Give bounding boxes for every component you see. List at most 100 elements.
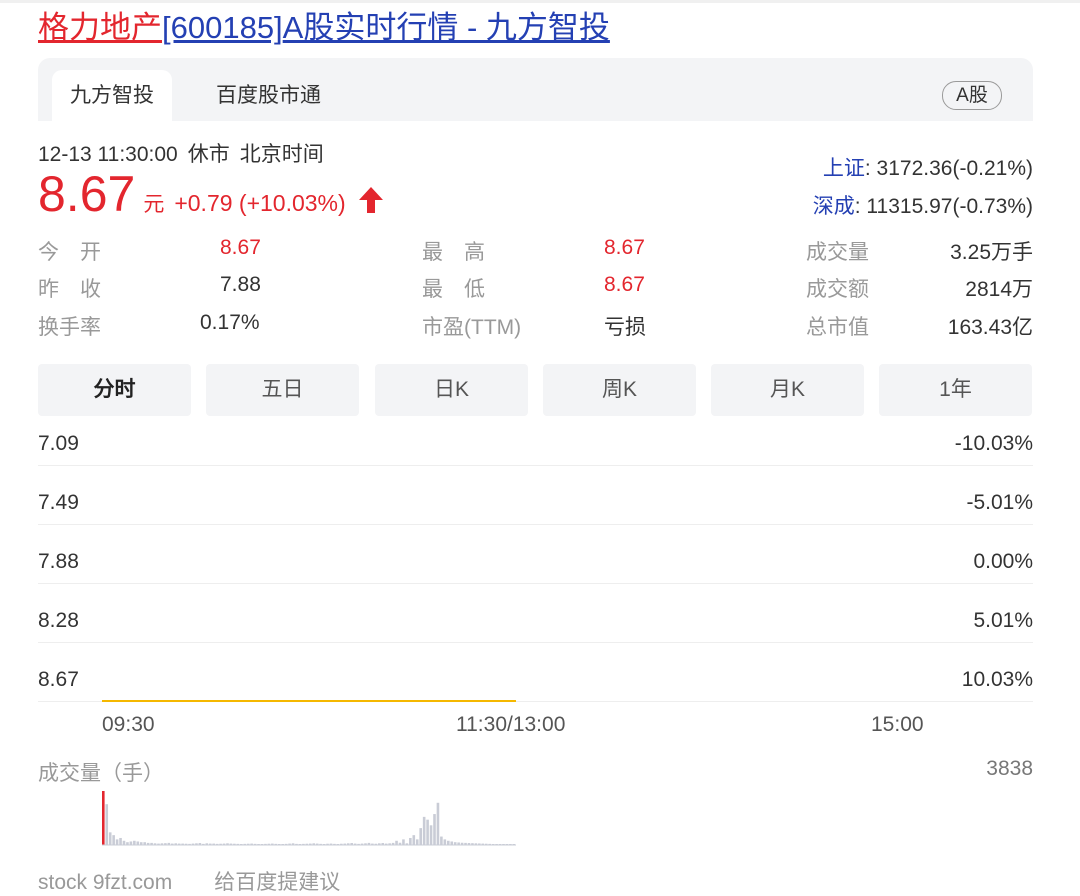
index-shenzhen[interactable]: 深成: 11315.97(-0.73%) xyxy=(813,190,1033,220)
volume-bar xyxy=(467,843,471,845)
index-shanghai[interactable]: 上证: 3172.36(-0.21%) xyxy=(823,152,1033,182)
pct-axis-label: -5.01% xyxy=(966,491,1033,514)
grid-line xyxy=(38,465,1033,466)
volume-bar xyxy=(108,832,112,845)
volume-bar xyxy=(381,843,385,845)
volume-bar xyxy=(405,843,409,845)
volume-bar xyxy=(143,842,146,845)
volume-bar xyxy=(367,842,371,845)
volume-bar xyxy=(457,842,460,845)
volume-bar xyxy=(122,840,126,845)
volume-bar xyxy=(274,843,278,845)
market-badge: A股 xyxy=(942,81,1002,110)
volume-bar xyxy=(478,843,481,845)
volume-bar xyxy=(233,843,236,845)
market-state: 休市 xyxy=(187,143,230,166)
volume-bar xyxy=(202,843,205,845)
volume-bars-layer xyxy=(102,791,516,846)
volume-bar xyxy=(491,844,495,845)
volume-bar xyxy=(188,843,191,845)
volume-bar xyxy=(495,844,498,845)
volume-bar xyxy=(460,842,464,845)
volume-bar xyxy=(284,843,288,845)
stock-name-link[interactable]: 格力地产 xyxy=(38,10,162,45)
volume-bar xyxy=(302,843,305,845)
stat-pe-value: 亏损 xyxy=(604,316,646,339)
volume-axis-label: 成交量（手） xyxy=(38,762,164,785)
volume-bar xyxy=(502,844,505,845)
volume-bar xyxy=(498,844,502,845)
stat-market-cap-label: 总市值 xyxy=(806,316,869,339)
volume-bar xyxy=(195,843,198,845)
volume-bar xyxy=(226,843,229,845)
volume-bar xyxy=(429,825,433,845)
top-divider xyxy=(0,0,1080,3)
volume-bar xyxy=(340,843,343,845)
volume-bar xyxy=(291,843,295,845)
stat-prev-close-value: 7.88 xyxy=(220,273,261,296)
price-axis-label: 8.28 xyxy=(38,609,79,632)
period-tab-1year[interactable]: 1年 xyxy=(879,364,1032,416)
volume-bar xyxy=(260,844,264,845)
volume-bar xyxy=(160,843,164,845)
period-tab-intraday[interactable]: 分时 xyxy=(38,364,191,416)
volume-bar xyxy=(309,843,312,845)
volume-bar xyxy=(353,843,357,845)
volume-bar xyxy=(174,843,178,845)
period-tab-weekly-k[interactable]: 周K xyxy=(543,364,696,416)
volume-bar xyxy=(271,843,274,845)
period-tab-monthly-k[interactable]: 月K xyxy=(711,364,864,416)
volume-bar xyxy=(298,844,302,845)
stat-volume-value: 3.25万手 xyxy=(950,241,1033,264)
volume-bar xyxy=(136,841,140,845)
tab-baidu-stock[interactable]: 百度股市通 xyxy=(216,70,321,121)
footer-text: stock 9fzt.com 给百度提建议 xyxy=(38,871,341,894)
source-tabs: 九方智投 百度股市通 A股 xyxy=(38,58,1033,121)
quote-time: 12-13 11:30:00 休市 北京时间 xyxy=(38,138,334,168)
volume-bar xyxy=(350,843,353,845)
index-value: : 3172.36(-0.21%) xyxy=(864,157,1033,180)
volume-bar xyxy=(512,844,516,845)
stat-high-value: 8.67 xyxy=(604,236,645,259)
page-title: 格力地产[600185]A股实时行情 - 九方智投 xyxy=(38,8,610,48)
tab-jiufang[interactable]: 九方智投 xyxy=(52,70,172,121)
price-axis-label: 8.67 xyxy=(38,668,79,691)
volume-bar xyxy=(164,843,167,845)
volume-bar xyxy=(215,843,219,845)
volume-bar xyxy=(181,843,184,845)
volume-bar xyxy=(357,843,360,845)
volume-bar xyxy=(102,791,105,845)
volume-bar xyxy=(443,839,447,845)
volume-bar xyxy=(426,819,429,845)
volume-bar xyxy=(409,837,412,845)
time-axis-label: 09:30 xyxy=(102,713,155,736)
volume-bar xyxy=(453,842,457,845)
volume-bar xyxy=(150,842,153,845)
volume-bar xyxy=(395,840,398,845)
stock-code-link[interactable]: [600185]A股实时行情 - 九方智投 xyxy=(162,10,610,45)
volume-bar xyxy=(212,843,215,845)
volume-bar xyxy=(119,837,122,845)
pct-axis-label: 5.01% xyxy=(973,609,1033,632)
volume-bar xyxy=(488,843,491,845)
grid-line xyxy=(38,701,1033,702)
volume-bar xyxy=(253,843,257,845)
period-tab-daily-k[interactable]: 日K xyxy=(375,364,528,416)
grid-line xyxy=(38,524,1033,525)
volume-bar xyxy=(402,839,405,845)
volume-bar xyxy=(295,843,298,845)
grid-line xyxy=(38,583,1033,584)
volume-bar xyxy=(450,841,454,845)
price-change: +0.79 (+10.03%) xyxy=(174,190,346,216)
index-name: 上证 xyxy=(822,157,865,180)
volume-bar xyxy=(208,843,212,845)
period-tab-5day[interactable]: 五日 xyxy=(206,364,359,416)
volume-bar xyxy=(139,842,143,845)
volume-bar xyxy=(433,814,436,845)
volume-bar xyxy=(412,835,416,845)
volume-bar xyxy=(105,804,109,845)
volume-bar xyxy=(481,843,485,845)
volume-bar xyxy=(222,843,226,845)
volume-bar xyxy=(277,844,281,845)
volume-bar xyxy=(464,842,467,845)
